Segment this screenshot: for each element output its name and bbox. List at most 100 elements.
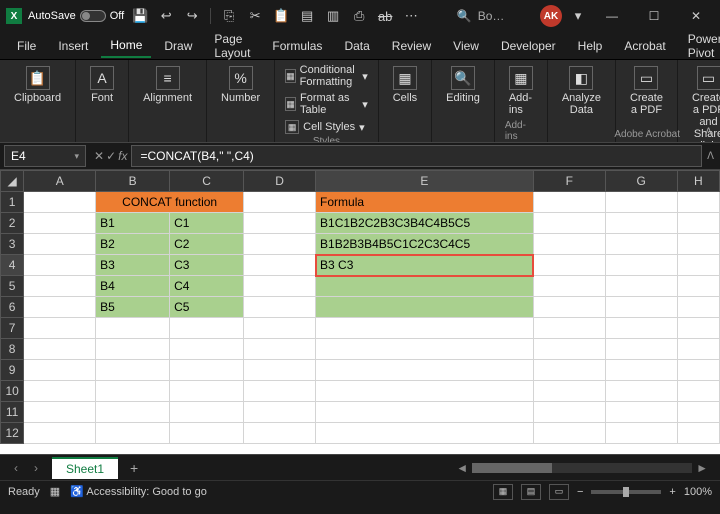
- cell[interactable]: [605, 213, 677, 234]
- col-header-D[interactable]: D: [244, 171, 316, 192]
- autosave-toggle[interactable]: AutoSave Off: [28, 10, 124, 22]
- menu-file[interactable]: File: [8, 35, 45, 57]
- cell[interactable]: [677, 360, 719, 381]
- row-header[interactable]: 5: [1, 276, 24, 297]
- format-as-table-button[interactable]: ▦Format as Table ▾: [285, 92, 368, 116]
- user-avatar[interactable]: AK: [540, 5, 562, 27]
- cell[interactable]: [24, 297, 96, 318]
- cell-selected[interactable]: B3 C3: [316, 255, 534, 276]
- cell[interactable]: [533, 255, 605, 276]
- cell[interactable]: [96, 318, 170, 339]
- cell[interactable]: [533, 234, 605, 255]
- cell[interactable]: [244, 423, 316, 444]
- cut-icon[interactable]: ✂: [245, 6, 265, 26]
- cell[interactable]: [533, 213, 605, 234]
- cell[interactable]: [605, 339, 677, 360]
- more-icon[interactable]: ⋯: [401, 6, 421, 26]
- col-header-F[interactable]: F: [533, 171, 605, 192]
- cell[interactable]: [96, 360, 170, 381]
- cell[interactable]: [605, 402, 677, 423]
- cell[interactable]: [677, 213, 719, 234]
- cell[interactable]: [316, 297, 534, 318]
- collapse-ribbon-icon[interactable]: ᐱ: [705, 127, 712, 138]
- row-header[interactable]: 10: [1, 381, 24, 402]
- cell[interactable]: [533, 423, 605, 444]
- row-header[interactable]: 9: [1, 360, 24, 381]
- zoom-thumb[interactable]: [623, 487, 629, 497]
- cell[interactable]: [96, 339, 170, 360]
- cell[interactable]: B2: [96, 234, 170, 255]
- menu-power-pivot[interactable]: Power Pivot: [679, 28, 720, 64]
- paste-icon[interactable]: 📋: [271, 6, 291, 26]
- cell[interactable]: [24, 339, 96, 360]
- cell[interactable]: [24, 255, 96, 276]
- cell[interactable]: [170, 318, 244, 339]
- menu-data[interactable]: Data: [335, 35, 378, 57]
- cell[interactable]: [96, 381, 170, 402]
- row-header[interactable]: 1: [1, 192, 24, 213]
- menu-review[interactable]: Review: [383, 35, 440, 57]
- strike-icon[interactable]: ab: [375, 6, 395, 26]
- menu-acrobat[interactable]: Acrobat: [615, 35, 674, 57]
- cell[interactable]: C5: [170, 297, 244, 318]
- page-layout-view-icon[interactable]: ▤: [521, 484, 541, 500]
- cell[interactable]: B5: [96, 297, 170, 318]
- cell[interactable]: [244, 192, 316, 213]
- cell[interactable]: [677, 297, 719, 318]
- font-button[interactable]: AFont: [86, 64, 118, 106]
- editing-button[interactable]: 🔍Editing: [442, 64, 484, 106]
- alignment-button[interactable]: ≡Alignment: [139, 64, 196, 106]
- cell[interactable]: [533, 192, 605, 213]
- cell[interactable]: [316, 423, 534, 444]
- row-header[interactable]: 6: [1, 297, 24, 318]
- cell[interactable]: [533, 318, 605, 339]
- cell[interactable]: [605, 381, 677, 402]
- cell[interactable]: [170, 339, 244, 360]
- cell[interactable]: C4: [170, 276, 244, 297]
- cell[interactable]: [677, 192, 719, 213]
- stats-icon[interactable]: ▦: [50, 485, 60, 498]
- zoom-slider[interactable]: [591, 490, 661, 494]
- scroll-right-icon[interactable]: ►: [696, 461, 708, 475]
- redo-icon[interactable]: ↪: [182, 6, 202, 26]
- cell[interactable]: [316, 381, 534, 402]
- cell[interactable]: [677, 234, 719, 255]
- menu-view[interactable]: View: [444, 35, 488, 57]
- cell[interactable]: [533, 339, 605, 360]
- prev-sheet-icon[interactable]: ‹: [6, 461, 26, 475]
- cell[interactable]: [24, 360, 96, 381]
- new-icon[interactable]: ▤: [297, 6, 317, 26]
- cell-styles-button[interactable]: ▦Cell Styles ▾: [285, 120, 368, 134]
- enter-formula-icon[interactable]: ✓: [106, 149, 116, 163]
- zoom-in-icon[interactable]: +: [669, 486, 675, 498]
- cell[interactable]: [244, 255, 316, 276]
- cell[interactable]: [677, 255, 719, 276]
- cell[interactable]: [170, 360, 244, 381]
- normal-view-icon[interactable]: ▦: [493, 484, 513, 500]
- cell[interactable]: [244, 381, 316, 402]
- cell[interactable]: B1B2B3B4B5C1C2C3C4C5: [316, 234, 534, 255]
- cell[interactable]: B4: [96, 276, 170, 297]
- cell[interactable]: [533, 276, 605, 297]
- minimize-icon[interactable]: —: [594, 2, 630, 30]
- menu-developer[interactable]: Developer: [492, 35, 565, 57]
- cell[interactable]: [677, 318, 719, 339]
- search-box[interactable]: 🔍 Bo…: [457, 9, 505, 23]
- cell[interactable]: [24, 234, 96, 255]
- ribbon-options-icon[interactable]: ▾: [568, 6, 588, 26]
- col-header-H[interactable]: H: [677, 171, 719, 192]
- scrollbar-thumb[interactable]: [472, 463, 552, 473]
- cancel-formula-icon[interactable]: ✕: [94, 149, 104, 163]
- cell[interactable]: [244, 234, 316, 255]
- open-icon[interactable]: ▥: [323, 6, 343, 26]
- spreadsheet-grid[interactable]: ◢ A B C D E F G H 1CONCAT functionFormul…: [0, 170, 720, 454]
- toggle-icon[interactable]: [80, 10, 106, 22]
- cell[interactable]: [316, 402, 534, 423]
- cell[interactable]: C3: [170, 255, 244, 276]
- undo-icon[interactable]: ↩: [156, 6, 176, 26]
- cell[interactable]: [24, 213, 96, 234]
- cell[interactable]: [24, 402, 96, 423]
- share-pdf-button[interactable]: ▭Create a PDF and Share link: [688, 64, 720, 154]
- row-header[interactable]: 2: [1, 213, 24, 234]
- cell[interactable]: [533, 360, 605, 381]
